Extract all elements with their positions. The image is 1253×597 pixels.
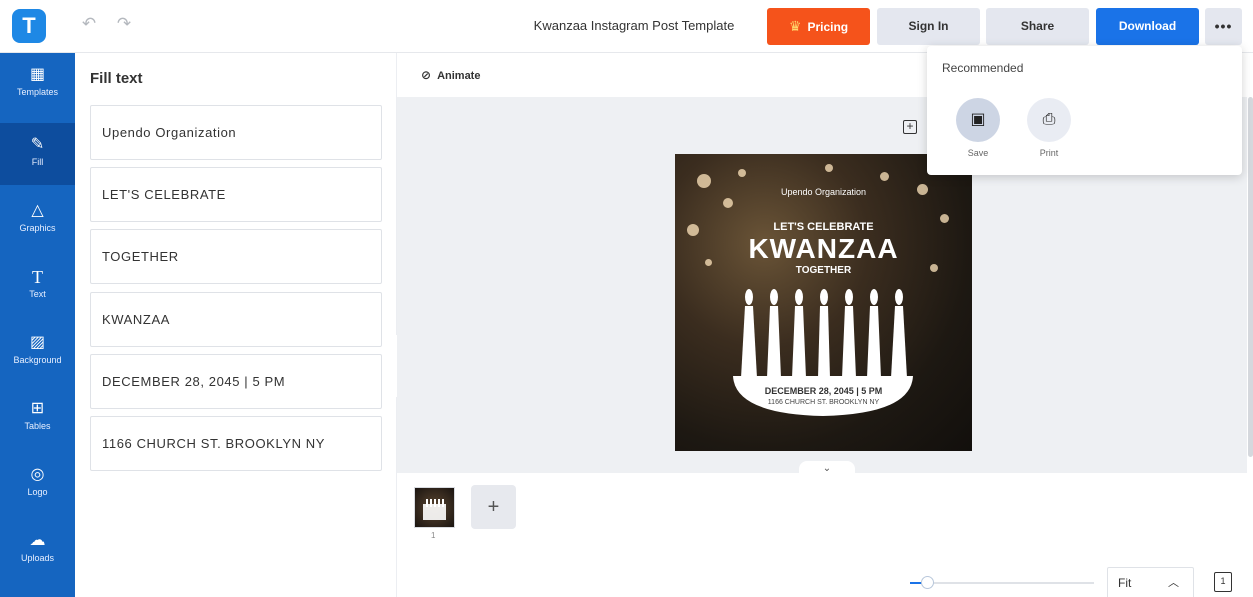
candle bbox=[792, 306, 806, 378]
share-button[interactable]: Share bbox=[986, 8, 1089, 45]
sidebar-item-label: Templates bbox=[16, 87, 59, 97]
chevron-down-icon: ⌄ bbox=[822, 463, 832, 474]
dropdown-title: Recommended bbox=[942, 61, 1024, 75]
background-icon: ▨ bbox=[29, 334, 46, 351]
download-button[interactable]: Download bbox=[1096, 8, 1199, 45]
app-logo[interactable]: T bbox=[12, 9, 46, 43]
sidebar-item-templates[interactable]: ▦ Templates bbox=[0, 53, 75, 115]
candle bbox=[842, 306, 856, 378]
logo-icon: ◎ bbox=[30, 466, 45, 483]
flame-icon bbox=[820, 289, 828, 305]
text-field-lets-celebrate[interactable]: LET'S CELEBRATE bbox=[90, 167, 382, 222]
zoom-slider[interactable] bbox=[910, 576, 1094, 589]
sidebar-item-fill[interactable]: ✎ Fill bbox=[0, 123, 75, 185]
sidebar-item-label: Graphics bbox=[19, 223, 56, 233]
expand-pages-button[interactable]: ⌄ bbox=[799, 461, 855, 477]
upload-cloud-icon: ☁ bbox=[29, 532, 46, 549]
zoom-slider-handle[interactable] bbox=[921, 576, 934, 589]
kinara-illustration bbox=[733, 289, 913, 416]
app-window: T ↶ ↷ Kwanzaa Instagram Post Template ♛ P… bbox=[0, 0, 1253, 597]
flame-icon bbox=[795, 289, 803, 305]
animate-label: Animate bbox=[437, 70, 481, 82]
more-options-button[interactable]: ••• bbox=[1205, 8, 1242, 45]
candle bbox=[818, 306, 830, 378]
save-option[interactable]: ▣ Save bbox=[956, 98, 1000, 158]
sidebar-item-label: Fill bbox=[31, 157, 44, 167]
print-label: Print bbox=[1039, 148, 1059, 158]
candle bbox=[741, 306, 757, 378]
crown-icon: ♛ bbox=[788, 18, 802, 34]
zoom-level: Fit bbox=[1118, 576, 1132, 590]
sign-in-button[interactable]: Sign In bbox=[877, 8, 980, 45]
text-icon: T bbox=[32, 267, 43, 287]
text-field-together[interactable]: TOGETHER bbox=[90, 229, 382, 284]
sidebar-item-uploads[interactable]: ☁ Uploads bbox=[0, 519, 75, 581]
sidebar-item-background[interactable]: ▨ Background bbox=[0, 321, 75, 383]
print-option[interactable]: ⎙ Print bbox=[1027, 98, 1071, 158]
poster-address: 1166 CHURCH ST. BROOKLYN NY bbox=[767, 399, 880, 406]
text-field-date[interactable]: DECEMBER 28, 2045 | 5 PM bbox=[90, 354, 382, 409]
recommended-dropdown: Recommended ▣ Save ⎙ Print bbox=[927, 46, 1242, 175]
sidebar-item-label: Tables bbox=[24, 421, 51, 431]
candle bbox=[767, 306, 781, 378]
add-element-icon[interactable]: + bbox=[903, 120, 917, 134]
redo-icon[interactable]: ↷ bbox=[114, 14, 134, 34]
thumbnail-preview bbox=[423, 499, 446, 520]
shapes-icon: △ bbox=[31, 202, 44, 219]
flame-icon bbox=[895, 289, 903, 305]
fill-text-panel: Fill text Upendo Organization LET'S CELE… bbox=[75, 53, 397, 597]
kinara-base bbox=[733, 376, 913, 416]
pricing-label: Pricing bbox=[807, 20, 849, 34]
add-page-button[interactable]: + bbox=[471, 485, 516, 529]
templates-icon: ▦ bbox=[29, 66, 46, 83]
kwanzaa-poster[interactable]: Upendo Organization LET'S CELEBRATE KWAN… bbox=[675, 154, 972, 451]
animate-button[interactable]: ⊘ Animate bbox=[421, 68, 480, 82]
flame-icon bbox=[770, 289, 778, 305]
undo-icon[interactable]: ↶ bbox=[79, 14, 99, 34]
sidebar-item-label: Logo bbox=[27, 487, 48, 497]
printer-icon: ⎙ bbox=[1027, 98, 1071, 142]
candle bbox=[891, 306, 907, 378]
sidebar-item-graphics[interactable]: △ Graphics bbox=[0, 189, 75, 251]
vertical-scrollbar[interactable] bbox=[1248, 97, 1253, 457]
text-field-organization[interactable]: Upendo Organization bbox=[90, 105, 382, 160]
sidebar-item-label: Text bbox=[29, 289, 46, 299]
pricing-button[interactable]: ♛ Pricing bbox=[767, 8, 870, 45]
sidebar-item-label: Background bbox=[13, 355, 62, 365]
pencil-icon: ✎ bbox=[30, 136, 45, 153]
sidebar-item-label: Uploads bbox=[20, 553, 55, 563]
sidebar-item-logo[interactable]: ◎ Logo bbox=[0, 453, 75, 515]
chevron-up-icon: ︿ bbox=[1168, 577, 1179, 589]
animate-icon: ⊘ bbox=[421, 68, 432, 82]
poster-date: DECEMBER 28, 2045 | 5 PM bbox=[764, 386, 883, 396]
flame-icon bbox=[870, 289, 878, 305]
flame-icon bbox=[845, 289, 853, 305]
zoom-select[interactable]: Fit ︿ bbox=[1107, 567, 1194, 597]
left-sidebar: ▦ Templates ✎ Fill △ Graphics T Text ▨ B… bbox=[0, 53, 75, 597]
table-icon: ⊞ bbox=[30, 400, 45, 417]
panel-title: Fill text bbox=[90, 70, 143, 87]
page-thumbnail[interactable] bbox=[414, 487, 455, 528]
text-field-kwanzaa[interactable]: KWANZAA bbox=[90, 292, 382, 347]
save-icon: ▣ bbox=[956, 98, 1000, 142]
document-title[interactable]: Kwanzaa Instagram Post Template bbox=[500, 18, 768, 33]
sidebar-item-text[interactable]: T Text bbox=[0, 255, 75, 317]
page-number: 1 bbox=[431, 531, 436, 540]
flame-icon bbox=[745, 289, 753, 305]
sidebar-item-tables[interactable]: ⊞ Tables bbox=[0, 387, 75, 449]
text-field-address[interactable]: 1166 CHURCH ST. BROOKLYN NY bbox=[90, 416, 382, 471]
save-label: Save bbox=[967, 148, 989, 158]
candle bbox=[867, 306, 881, 378]
pages-view-icon[interactable]: 1 bbox=[1214, 572, 1232, 592]
